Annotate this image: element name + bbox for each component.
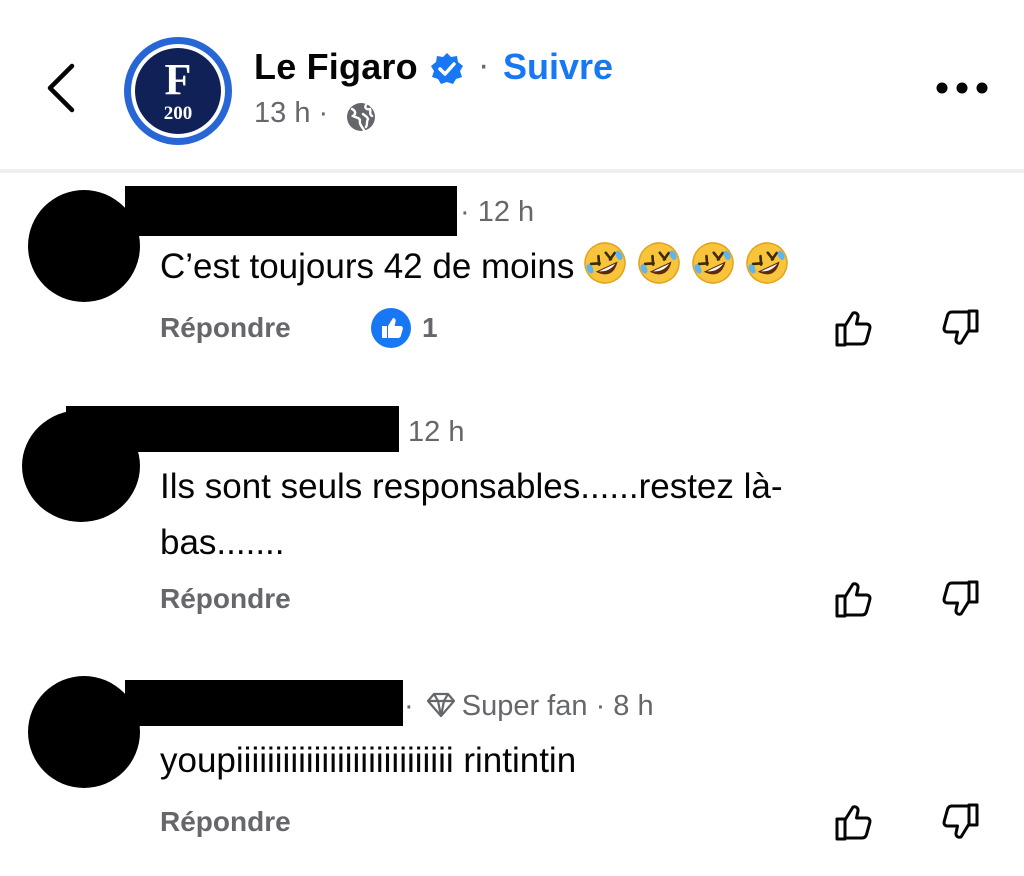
reaction-count: 1 — [422, 312, 438, 343]
dislike-icon[interactable] — [938, 800, 982, 844]
post-header: F 200 Le Figaro · Suivre 13 h · — [0, 0, 1024, 170]
like-reaction-icon[interactable] — [370, 307, 412, 349]
back-button[interactable] — [38, 58, 88, 118]
like-icon[interactable] — [832, 800, 876, 844]
reply-button[interactable]: Répondre — [160, 312, 291, 344]
page-avatar[interactable]: F 200 — [124, 37, 232, 145]
like-icon[interactable] — [832, 577, 876, 621]
meta-separator: · — [404, 690, 414, 722]
super-fan-badge[interactable]: Super fan — [462, 690, 588, 722]
comment-text: youpiiiiiiiiiiiiiiiiiiiiiiiiiiii rintint… — [160, 741, 577, 780]
comment-text-line-2: bas....... — [160, 523, 285, 562]
follow-button[interactable]: Suivre — [503, 46, 613, 88]
dislike-icon[interactable] — [938, 577, 982, 621]
commenter-name-redacted[interactable] — [66, 406, 399, 452]
comment-time: · 12 h — [460, 196, 535, 228]
header-divider — [0, 169, 1024, 173]
rolling-on-floor-laughing-icon — [638, 242, 681, 284]
comment-text: C’est toujours 42 de moins — [160, 238, 790, 295]
reply-button[interactable]: Répondre — [160, 583, 291, 615]
separator-dot: · — [478, 46, 490, 84]
figaro-logo: F 200 — [135, 48, 221, 134]
comment-time: · 8 h — [595, 690, 654, 722]
rolling-on-floor-laughing-icon — [584, 242, 627, 284]
comment-meta: · Super fan · 8 h — [404, 690, 654, 723]
commenter-name-redacted[interactable] — [125, 680, 403, 726]
comment-time: 12 h — [408, 416, 465, 448]
comment-body: C’est toujours 42 de moins — [160, 247, 575, 286]
commenter-avatar[interactable] — [28, 676, 140, 788]
globe-icon[interactable] — [344, 100, 378, 134]
diamond-icon — [426, 692, 455, 718]
rolling-on-floor-laughing-icon — [746, 242, 789, 284]
comment-text-line-1: Ils sont seuls responsables......restez … — [160, 467, 783, 506]
rolling-on-floor-laughing-icon — [692, 242, 735, 284]
commenter-avatar[interactable] — [28, 190, 140, 302]
page-name[interactable]: Le Figaro — [254, 46, 418, 88]
reply-button[interactable]: Répondre — [160, 806, 291, 838]
dislike-icon[interactable] — [938, 306, 982, 350]
verified-badge-icon — [431, 53, 463, 84]
like-icon[interactable] — [832, 306, 876, 350]
more-options-button[interactable] — [932, 74, 992, 102]
commenter-name-redacted[interactable] — [125, 186, 457, 236]
post-time: 13 h · — [254, 97, 329, 129]
